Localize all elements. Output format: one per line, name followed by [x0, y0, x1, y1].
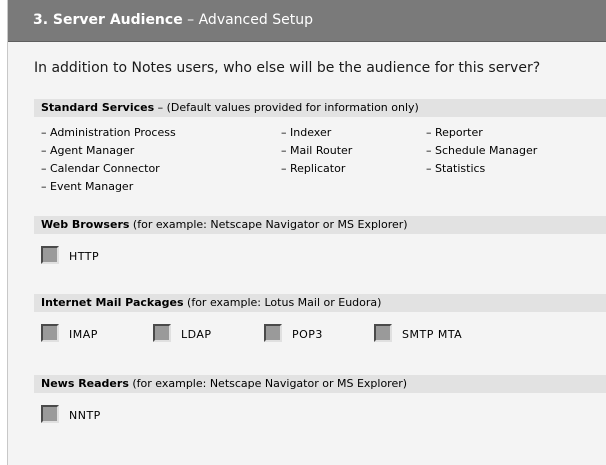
- pop3-checkbox[interactable]: [264, 324, 282, 342]
- nntp-checkbox[interactable]: [41, 405, 59, 423]
- ldap-checkbox[interactable]: [153, 324, 171, 342]
- standard-services-heading: Standard Services – (Default values prov…: [41, 101, 419, 114]
- news-readers-header: News Readers (for example: Netscape Navi…: [34, 375, 606, 393]
- pop3-label[interactable]: POP3: [292, 328, 323, 341]
- news-readers-note: (for example: Netscape Navigator or MS E…: [128, 377, 408, 390]
- page-title-strong: 3. Server Audience: [33, 12, 183, 28]
- service-event-manager: – Event Manager: [41, 180, 134, 193]
- http-label[interactable]: HTTP: [69, 250, 99, 263]
- standard-services-header: Standard Services – (Default values prov…: [34, 99, 606, 117]
- web-browsers-title: Web Browsers: [41, 218, 130, 231]
- news-readers-heading: News Readers (for example: Netscape Navi…: [41, 377, 407, 390]
- nntp-label[interactable]: NNTP: [69, 409, 101, 422]
- service-mail-router: – Mail Router: [281, 144, 353, 157]
- title-bar: 3. Server Audience – Advanced Setup: [8, 0, 606, 42]
- audience-question: In addition to Notes users, who else wil…: [34, 60, 541, 76]
- imap-checkbox[interactable]: [41, 324, 59, 342]
- internet-mail-heading: Internet Mail Packages (for example: Lot…: [41, 296, 381, 309]
- internet-mail-note: (for example: Lotus Mail or Eudora): [183, 296, 382, 309]
- service-indexer: – Indexer: [281, 126, 332, 139]
- internet-mail-title: Internet Mail Packages: [41, 296, 184, 309]
- service-replicator: – Replicator: [281, 162, 346, 175]
- setup-panel: 3. Server Audience – Advanced Setup In a…: [7, 0, 606, 465]
- ldap-label[interactable]: LDAP: [181, 328, 212, 341]
- imap-label[interactable]: IMAP: [69, 328, 98, 341]
- page-title-rest: – Advanced Setup: [182, 12, 313, 28]
- service-calendar-connector: – Calendar Connector: [41, 162, 160, 175]
- smtp-mta-checkbox[interactable]: [374, 324, 392, 342]
- web-browsers-heading: Web Browsers (for example: Netscape Navi…: [41, 218, 408, 231]
- service-statistics: – Statistics: [426, 162, 486, 175]
- web-browsers-note: (for example: Netscape Navigator or MS E…: [129, 218, 408, 231]
- service-reporter: – Reporter: [426, 126, 483, 139]
- standard-services-note: – (Default values provided for informati…: [154, 101, 419, 114]
- service-agent-manager: – Agent Manager: [41, 144, 135, 157]
- web-browsers-header: Web Browsers (for example: Netscape Navi…: [34, 216, 606, 234]
- smtp-mta-label[interactable]: SMTP MTA: [402, 328, 462, 341]
- page-title: 3. Server Audience – Advanced Setup: [33, 12, 313, 28]
- standard-services-title: Standard Services: [41, 101, 155, 114]
- news-readers-title: News Readers: [41, 377, 129, 390]
- service-schedule-manager: – Schedule Manager: [426, 144, 538, 157]
- service-administration-process: – Administration Process: [41, 126, 176, 139]
- http-checkbox[interactable]: [41, 246, 59, 264]
- internet-mail-header: Internet Mail Packages (for example: Lot…: [34, 294, 606, 312]
